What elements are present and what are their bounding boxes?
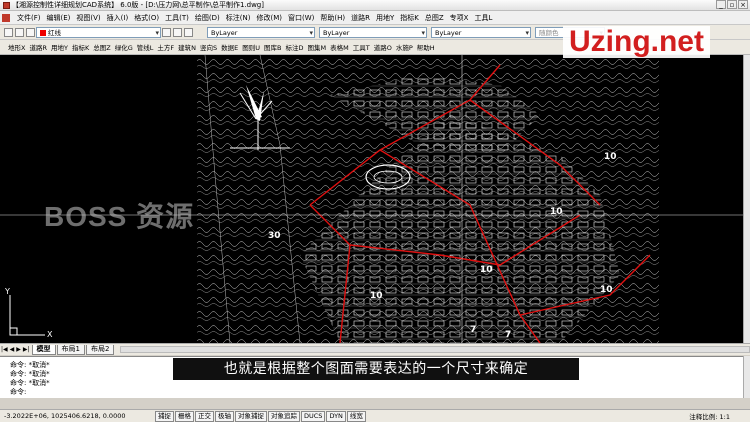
window-title: 【湘源控制性详细规划CAD系统】 6.0版 - [D:\压力网\总平制作\总平制… <box>12 1 264 9</box>
toggle-lineweight[interactable]: 线宽 <box>346 410 366 422</box>
tool-water[interactable]: 水施P <box>394 42 415 52</box>
tool-pipeline[interactable]: 管线L <box>135 42 156 52</box>
tool-data[interactable]: 数据E <box>219 42 240 52</box>
tab-layout1[interactable]: 布局1 <box>56 344 85 355</box>
menu-window[interactable]: 窗口(W) <box>285 11 317 25</box>
title-bar: 【湘源控制性详细规划CAD系统】 6.0版 - [D:\压力网\总平制作\总平制… <box>0 0 750 11</box>
annotation-scale-label: 注释比例: <box>689 413 718 421</box>
tool-road[interactable]: 道路R <box>27 42 49 52</box>
ucs-x-label: X <box>47 330 53 339</box>
close-button[interactable]: × <box>738 0 748 9</box>
toggle-snap[interactable]: 捕捉 <box>155 410 174 422</box>
menu-landuse[interactable]: 用地Y <box>373 11 397 25</box>
status-bar: -3.2022E+06, 1025406.6218, 0.0000 捕捉 栅格 … <box>0 409 750 422</box>
tab-first-button[interactable]: |◀ <box>0 346 9 353</box>
window-controls: _ ▫ × <box>716 0 748 9</box>
site-watermark: Uzing.net <box>563 26 710 58</box>
toggle-grid[interactable]: 栅格 <box>175 410 194 422</box>
tool-earthwork[interactable]: 土方F <box>155 42 176 52</box>
toggle-otrack[interactable]: 对象追踪 <box>268 410 300 422</box>
menu-bar: 文件(F) 编辑(E) 视图(V) 插入(I) 格式(O) 工具(T) 绘图(D… <box>0 11 750 25</box>
toggle-polar[interactable]: 极轴 <box>215 410 234 422</box>
menu-index[interactable]: 指标K <box>397 11 422 25</box>
menu-draw[interactable]: 绘图(D) <box>192 11 223 25</box>
video-subtitle: 也就是根据整个图面需要表达的一个尺寸来确定 <box>173 358 579 380</box>
menu-file[interactable]: 文件(F) <box>14 11 44 25</box>
tool-index[interactable]: 指标K <box>70 42 91 52</box>
tab-last-button[interactable]: ▶| <box>22 346 31 353</box>
tool-landuse[interactable]: 用地Y <box>49 42 70 52</box>
minimize-button[interactable]: _ <box>716 0 726 9</box>
tool-greening[interactable]: 绿化G <box>113 42 135 52</box>
menu-modify[interactable]: 修改(M) <box>253 11 285 25</box>
elevation-label: 10 <box>480 265 493 275</box>
tool-vertical[interactable]: 竖向S <box>198 42 219 52</box>
toggle-ortho[interactable]: 正交 <box>195 410 214 422</box>
app-icon <box>3 1 10 9</box>
ucs-icon <box>9 295 45 336</box>
menu-tools-l[interactable]: 工具L <box>471 11 495 25</box>
vertical-scrollbar[interactable] <box>743 55 750 343</box>
tool-tools[interactable]: 工具T <box>351 42 372 52</box>
annotation-scale[interactable]: 注释比例: 1:1 <box>689 411 730 421</box>
color-select[interactable]: ByLayer <box>207 26 315 38</box>
elevation-label: 10 <box>604 152 617 162</box>
menu-tools[interactable]: 工具(T) <box>162 11 192 25</box>
elevation-label: 10 <box>550 207 563 217</box>
elevation-label: 10 <box>370 291 383 301</box>
toggle-dyn[interactable]: DYN <box>326 410 346 422</box>
tool-regulation[interactable]: 图则U <box>240 42 262 52</box>
make-current-icon[interactable] <box>162 27 171 37</box>
elevation-label: 30 <box>268 231 281 241</box>
tab-prev-button[interactable]: ◀ <box>9 346 16 353</box>
layer-state-icon[interactable] <box>15 27 24 37</box>
toggle-ducs[interactable]: DUCS <box>301 410 326 422</box>
menu-help[interactable]: 帮助(H) <box>317 11 348 25</box>
menu-siteplan[interactable]: 总图Z <box>422 11 447 25</box>
elevation-label: 7 <box>470 325 477 335</box>
menu-special[interactable]: 专项X <box>447 11 472 25</box>
menu-format[interactable]: 格式(O) <box>131 11 162 25</box>
elevation-label: 7 <box>505 330 512 340</box>
command-scrollbar[interactable] <box>743 356 750 398</box>
layer-color-swatch <box>40 29 46 36</box>
menu-insert[interactable]: 插入(I) <box>104 11 132 25</box>
toggle-osnap[interactable]: 对象捕捉 <box>235 410 267 422</box>
tab-layout2[interactable]: 布局2 <box>86 344 115 355</box>
tool-table[interactable]: 表格M <box>328 42 351 52</box>
layer-previous-icon[interactable] <box>173 27 182 37</box>
tool-atlas[interactable]: 图集M <box>305 42 328 52</box>
tab-next-button[interactable]: ▶ <box>15 346 22 353</box>
menu-road[interactable]: 道路R <box>348 11 373 25</box>
linetype-select[interactable]: ByLayer <box>319 26 427 38</box>
menu-edit[interactable]: 编辑(E) <box>44 11 74 25</box>
layer-manager-icon[interactable] <box>4 27 13 37</box>
elevation-label: 10 <box>600 285 613 295</box>
tool-help[interactable]: 帮助H <box>415 42 437 52</box>
tool-terrain[interactable]: 地形X <box>6 42 27 52</box>
menu-view[interactable]: 视图(V) <box>73 11 103 25</box>
tool-annotate[interactable]: 标注D <box>283 42 305 52</box>
document-icon <box>2 13 10 22</box>
annotation-scale-value: 1:1 <box>719 413 730 421</box>
layer-match-icon[interactable] <box>184 27 193 37</box>
maximize-button[interactable]: ▫ <box>727 0 737 9</box>
overlay-brand: BOSS 资源 <box>44 201 195 232</box>
tool-siteplan[interactable]: 总图Z <box>91 42 112 52</box>
menu-dimension[interactable]: 标注(N) <box>223 11 254 25</box>
lineweight-select[interactable]: ByLayer <box>431 26 531 38</box>
horizontal-scrollbar[interactable] <box>120 346 750 353</box>
layer-select[interactable]: 红线 <box>36 26 161 38</box>
tool-library[interactable]: 图库B <box>262 42 283 52</box>
command-prompt[interactable]: 命令: <box>10 388 750 397</box>
tool-road-o[interactable]: 道路O <box>372 42 394 52</box>
tool-building[interactable]: 建筑N <box>176 42 198 52</box>
ucs-y-label: Y <box>5 287 10 296</box>
coordinate-readout: -3.2022E+06, 1025406.6218, 0.0000 <box>4 412 126 420</box>
command-history-line: 命令: *取消* <box>10 379 50 387</box>
bulb-icon[interactable] <box>26 27 35 37</box>
tab-model[interactable]: 模型 <box>31 344 56 355</box>
